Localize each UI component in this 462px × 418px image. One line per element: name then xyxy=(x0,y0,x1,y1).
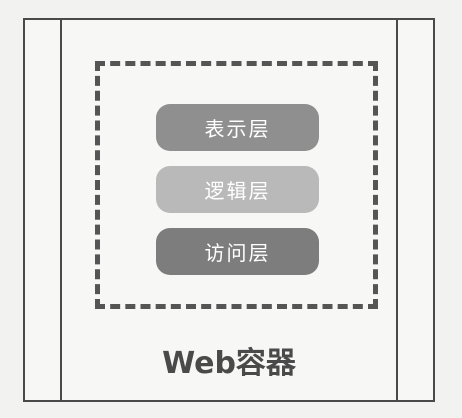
presentation-layer-label: 表示层 xyxy=(204,117,271,141)
presentation-layer: 表示层 xyxy=(156,104,319,151)
application-dashed-boundary: 表示层 逻辑层 访问层 xyxy=(95,61,378,309)
web-container-box: 表示层 逻辑层 访问层 Web容器 xyxy=(23,18,435,402)
logic-layer-label: 逻辑层 xyxy=(204,179,271,203)
access-layer: 访问层 xyxy=(156,228,319,275)
diagram-canvas: 表示层 逻辑层 访问层 Web容器 xyxy=(0,0,462,418)
logic-layer: 逻辑层 xyxy=(156,166,319,213)
web-container-label: Web容器 xyxy=(162,346,296,381)
access-layer-label: 访问层 xyxy=(204,241,271,265)
